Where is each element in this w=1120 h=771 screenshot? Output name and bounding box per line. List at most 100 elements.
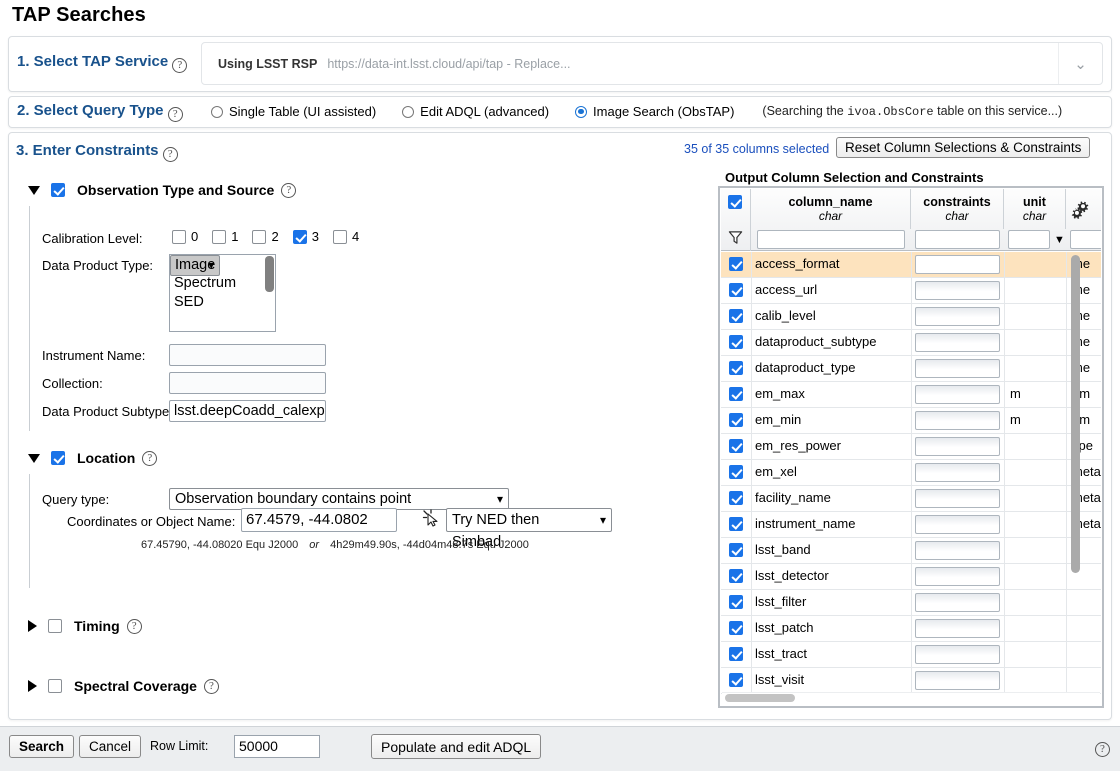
table-horizontal-scrollbar[interactable] <box>725 694 795 702</box>
row-select-checkbox[interactable] <box>729 673 743 687</box>
table-row[interactable]: lsst_filter <box>721 590 1101 616</box>
cell-constraint-input[interactable] <box>915 593 1000 612</box>
table-row[interactable]: lsst_visit <box>721 668 1101 694</box>
cell-constraint-input[interactable] <box>915 255 1000 274</box>
chevron-down-icon[interactable]: ▼ <box>1054 234 1065 246</box>
cell-constraint-input[interactable] <box>915 281 1000 300</box>
cell-constraint-input[interactable] <box>915 307 1000 326</box>
cell-constraint-input[interactable] <box>915 645 1000 664</box>
help-icon[interactable]: ? <box>172 58 188 73</box>
section-enable-checkbox-spectral[interactable] <box>48 679 62 693</box>
expand-triangle-icon[interactable] <box>28 680 37 692</box>
cell-constraint-input[interactable] <box>915 411 1000 430</box>
collection-input[interactable] <box>169 372 326 394</box>
collapse-triangle-icon[interactable] <box>28 185 40 195</box>
row-select-checkbox[interactable] <box>729 361 743 375</box>
expand-triangle-icon[interactable] <box>28 620 37 632</box>
object-resolver-select[interactable]: Try NED then Simbad <box>446 508 612 550</box>
row-select-checkbox[interactable] <box>729 543 743 557</box>
cell-constraint-input[interactable] <box>915 463 1000 482</box>
section-enable-checkbox-observation[interactable] <box>51 183 65 197</box>
listbox-scrollbar[interactable] <box>265 256 274 292</box>
help-icon[interactable]: ? <box>162 147 178 162</box>
cell-constraint-input[interactable] <box>915 359 1000 378</box>
calib-level-2[interactable]: 2 <box>252 229 279 244</box>
cell-constraint-input[interactable] <box>915 541 1000 560</box>
table-row[interactable]: lsst_tract <box>721 642 1101 668</box>
cell-constraint-input[interactable] <box>915 671 1000 690</box>
table-row[interactable]: lsst_patch <box>721 616 1101 642</box>
row-select-checkbox[interactable] <box>729 517 743 531</box>
data-product-type-listbox[interactable]: Image Cube Spectrum SED <box>169 254 276 332</box>
table-row[interactable]: em_xelmeta. <box>721 460 1101 486</box>
table-row[interactable]: access_format me <box>721 252 1101 278</box>
row-select-checkbox[interactable] <box>729 257 743 271</box>
list-item[interactable]: Image <box>170 255 221 276</box>
help-icon[interactable]: ? <box>203 678 219 694</box>
reset-column-selections-button[interactable]: Reset Column Selections & Constraints <box>836 137 1091 158</box>
table-row[interactable]: lsst_detector <box>721 564 1101 590</box>
filter-input-unit[interactable] <box>1008 230 1050 249</box>
list-item[interactable]: Spectrum <box>170 274 275 293</box>
table-row[interactable]: em_min m em <box>721 408 1101 434</box>
cell-constraint-input[interactable] <box>915 567 1000 586</box>
row-select-checkbox[interactable] <box>729 413 743 427</box>
target-picker-icon[interactable] <box>421 508 441 528</box>
row-select-checkbox[interactable] <box>729 387 743 401</box>
row-select-checkbox[interactable] <box>729 569 743 583</box>
row-select-checkbox[interactable] <box>729 309 743 323</box>
help-icon[interactable]: ? <box>281 182 297 198</box>
calib-level-1[interactable]: 1 <box>212 229 238 244</box>
row-select-checkbox[interactable] <box>729 595 743 609</box>
table-row[interactable]: em_res_power spe <box>721 434 1101 460</box>
section-enable-checkbox-timing[interactable] <box>48 619 62 633</box>
table-row[interactable]: calib_level me <box>721 304 1101 330</box>
table-row[interactable]: access_url me <box>721 278 1101 304</box>
table-vertical-scrollbar[interactable] <box>1071 255 1080 573</box>
column-header-constraints[interactable]: constraints char <box>911 189 1004 229</box>
row-select-checkbox[interactable] <box>729 621 743 635</box>
location-query-type-select[interactable]: Observation boundary contains point <box>169 488 509 510</box>
help-icon[interactable]: ? <box>142 450 158 466</box>
row-select-checkbox[interactable] <box>729 283 743 297</box>
table-row[interactable]: dataproduct_type me <box>721 356 1101 382</box>
calib-level-0[interactable]: 0 <box>172 229 198 244</box>
calib-level-4[interactable]: 4 <box>332 229 359 244</box>
row-select-checkbox[interactable] <box>729 335 743 349</box>
cancel-button[interactable]: Cancel <box>79 735 142 758</box>
radio-edit-adql[interactable]: Edit ADQL (advanced) <box>402 104 549 119</box>
filter-input-constraints[interactable] <box>915 230 1000 249</box>
help-icon[interactable]: ? <box>167 107 183 122</box>
table-row[interactable]: facility_namemeta. <box>721 486 1101 512</box>
table-row[interactable]: dataproduct_subtype me <box>721 330 1101 356</box>
table-row[interactable]: em_max m em <box>721 382 1101 408</box>
collapse-triangle-icon[interactable] <box>28 453 40 463</box>
calib-level-3[interactable]: 3 <box>292 229 319 244</box>
data-product-subtype-input[interactable]: lsst.deepCoadd_calexp <box>169 400 326 422</box>
row-select-checkbox[interactable] <box>729 465 743 479</box>
cell-constraint-input[interactable] <box>915 619 1000 638</box>
cell-constraint-input[interactable] <box>915 385 1000 404</box>
cell-constraint-input[interactable] <box>915 489 1000 508</box>
row-select-checkbox[interactable] <box>729 491 743 505</box>
select-all-checkbox[interactable] <box>728 195 742 209</box>
table-row[interactable]: instrument_namemeta. <box>721 512 1101 538</box>
row-select-checkbox[interactable] <box>729 647 743 661</box>
cell-constraint-input[interactable] <box>915 437 1000 456</box>
help-icon[interactable]: ? <box>1095 742 1110 757</box>
row-limit-input[interactable]: 50000 <box>234 735 320 758</box>
cell-constraint-input[interactable] <box>915 515 1000 534</box>
help-icon[interactable]: ? <box>126 618 142 634</box>
filter-input-column-name[interactable] <box>757 230 905 249</box>
list-item[interactable]: SED <box>170 293 275 312</box>
columns-selected-count[interactable]: 35 of 35 columns selected <box>684 142 829 156</box>
chevron-down-icon[interactable]: ⌄ <box>1058 43 1102 84</box>
instrument-name-input[interactable] <box>169 344 326 366</box>
table-row[interactable]: lsst_band <box>721 538 1101 564</box>
tap-service-selector[interactable]: Using LSST RSP https://data-int.lsst.clo… <box>201 42 1103 85</box>
settings-gears-icon[interactable] <box>1057 189 1101 229</box>
coordinates-input[interactable]: 67.4579, -44.0802 <box>241 508 397 532</box>
row-select-checkbox[interactable] <box>729 439 743 453</box>
filter-input-ucd[interactable] <box>1070 230 1101 249</box>
column-header-column-name[interactable]: column_name char <box>751 189 911 229</box>
